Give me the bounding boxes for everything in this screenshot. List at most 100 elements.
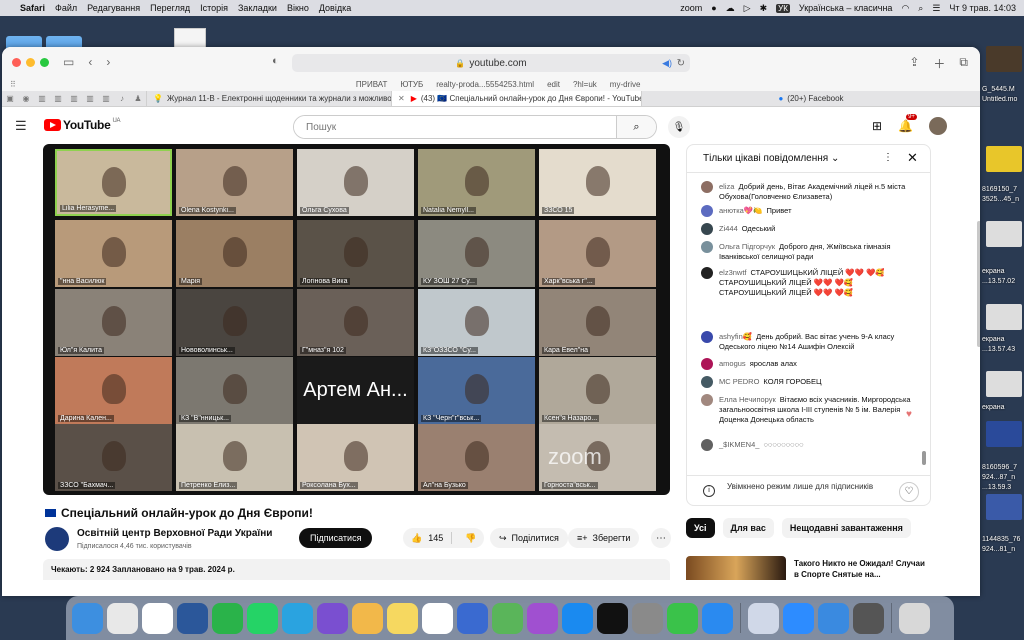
- datetime[interactable]: Чт 9 трав. 14:03: [949, 3, 1016, 13]
- file-label[interactable]: екрана: [982, 404, 1024, 411]
- dislike-button[interactable]: 👎: [457, 533, 484, 544]
- page-scrollbar[interactable]: [977, 221, 980, 347]
- description-box[interactable]: Чекають: 2 924 Заплановано на 9 трав. 20…: [43, 559, 670, 580]
- menu-file[interactable]: Файл: [55, 3, 77, 13]
- preview-icon[interactable]: [748, 602, 779, 634]
- recommended-video[interactable]: Такого Никто не Ожидал! Случаи в Спорте …: [686, 556, 931, 580]
- chat-author[interactable]: Елла Нечипорук: [719, 395, 776, 404]
- whatsapp-icon[interactable]: [247, 602, 278, 634]
- video-player[interactable]: Горноста"вськ... Ал"на Бузько Роксолана Бу…: [43, 144, 670, 495]
- telegram-icon[interactable]: [282, 602, 313, 634]
- file-thumbnail-icon[interactable]: [986, 146, 1022, 172]
- favorite-item[interactable]: my-drive: [610, 80, 641, 89]
- apple-tv-icon[interactable]: [597, 602, 628, 634]
- menu-help[interactable]: Довідка: [319, 3, 351, 13]
- settings-icon[interactable]: [632, 602, 663, 634]
- menu-window[interactable]: Вікно: [287, 3, 309, 13]
- share-button[interactable]: ↪ Поділитися: [490, 528, 568, 548]
- close-chat-icon[interactable]: ✕: [907, 150, 918, 166]
- tab-youtube[interactable]: ✕ ▶ (43) 🇪🇺 Спеціальний онлайн-урок до Д…: [391, 91, 641, 106]
- chat-author[interactable]: elz3nwtf: [719, 268, 747, 277]
- mail-icon[interactable]: [818, 602, 849, 634]
- favorite-item[interactable]: realty-proda...5554253.html: [436, 80, 534, 89]
- chip-for-you[interactable]: Для вас: [722, 518, 774, 538]
- like-button[interactable]: 👍 145: [403, 532, 453, 544]
- file-label[interactable]: 8169150_7: [982, 186, 1024, 193]
- viber-icon[interactable]: [317, 602, 348, 634]
- menu-view[interactable]: Перегляд: [150, 3, 190, 13]
- tab-facebook[interactable]: ● (20+) Facebook: [641, 91, 980, 106]
- chat-avatar[interactable]: [701, 241, 713, 253]
- file-label[interactable]: 3525...45_n: [982, 196, 1024, 203]
- pinned-tab-icon[interactable]: ▥: [66, 91, 82, 106]
- keyboard-layout[interactable]: Українська – класична: [799, 3, 893, 13]
- notifications-button[interactable]: 🔔 9+: [898, 114, 917, 133]
- heart-button-icon[interactable]: ♡: [899, 482, 919, 502]
- file-label[interactable]: екрана: [982, 336, 1024, 343]
- file-label[interactable]: ...13.57.02: [982, 278, 1024, 285]
- chat-avatar[interactable]: [701, 439, 713, 451]
- maps-icon[interactable]: [492, 602, 523, 634]
- file-label[interactable]: 1144835_76: [982, 536, 1024, 543]
- chrome-icon[interactable]: [142, 602, 173, 634]
- chat-author[interactable]: eliza: [719, 182, 734, 191]
- save-button[interactable]: ≡+ Зберегти: [568, 528, 640, 548]
- zoom-status-item[interactable]: zoom: [680, 3, 702, 13]
- control-center-icon[interactable]: ☰: [932, 3, 940, 14]
- reload-icon[interactable]: ↻: [677, 58, 685, 69]
- chat-avatar[interactable]: [701, 223, 713, 235]
- youtube-logo[interactable]: YouTube UA: [44, 118, 120, 132]
- chat-author[interactable]: amogus: [719, 359, 746, 368]
- trash-icon[interactable]: [899, 602, 930, 634]
- voice-search-icon[interactable]: 🎙: [668, 116, 690, 138]
- chat-avatar[interactable]: [701, 267, 713, 279]
- wifi-icon[interactable]: ◠: [901, 3, 909, 14]
- word-icon[interactable]: [177, 602, 208, 634]
- launchpad-icon[interactable]: [107, 602, 138, 634]
- audio-playing-icon[interactable]: ◀): [662, 58, 672, 69]
- chip-all[interactable]: Усі: [686, 518, 715, 538]
- file-label[interactable]: 924...81_n: [982, 546, 1024, 553]
- chat-author[interactable]: MC PEDRO: [719, 377, 759, 386]
- record-icon[interactable]: ●: [711, 3, 716, 13]
- menu-bookmarks[interactable]: Закладки: [238, 3, 277, 13]
- minimize-window-button[interactable]: [26, 57, 35, 67]
- podcasts-icon[interactable]: [527, 602, 558, 634]
- search-button[interactable]: ⌕: [616, 116, 656, 138]
- subscribe-button[interactable]: Підписатися: [299, 528, 373, 548]
- file-label[interactable]: ...13.59.3: [982, 484, 1024, 491]
- address-bar[interactable]: 🔒 youtube.com ◀) ↻: [292, 54, 690, 72]
- hamburger-menu-icon[interactable]: ☰: [15, 118, 27, 134]
- chat-author[interactable]: анютка💖🍋: [719, 206, 763, 215]
- chat-avatar[interactable]: [701, 394, 713, 406]
- menu-edit[interactable]: Редагування: [87, 3, 140, 13]
- favorite-item[interactable]: ПРИВАТ: [356, 80, 388, 89]
- file-thumbnail-icon[interactable]: [986, 46, 1022, 72]
- messages-icon[interactable]: [667, 602, 698, 634]
- grid-icon[interactable]: ⠿: [10, 80, 16, 89]
- new-tab-icon[interactable]: ＋: [933, 55, 945, 72]
- freeform-icon[interactable]: [422, 602, 453, 634]
- close-tab-icon[interactable]: ✕: [398, 94, 405, 103]
- favorite-item[interactable]: ?hl=uk: [573, 80, 597, 89]
- chat-scrollbar[interactable]: [922, 451, 926, 465]
- avatar[interactable]: [929, 117, 948, 135]
- play-icon[interactable]: ▷: [744, 3, 751, 14]
- pinned-tab-icon[interactable]: ▥: [98, 91, 114, 106]
- favorite-item[interactable]: ЮТУБ: [400, 80, 423, 89]
- channel-avatar[interactable]: [45, 527, 69, 551]
- app-store-icon[interactable]: [562, 602, 593, 634]
- notes-icon[interactable]: [387, 602, 418, 634]
- chat-author[interactable]: ashyfin🥰: [719, 332, 752, 341]
- zoom-icon[interactable]: [783, 602, 814, 634]
- chat-mode-dropdown[interactable]: Тільки цікаві повідомлення ⌄: [703, 153, 839, 164]
- channel-name[interactable]: Освітній центр Верховної Ради України: [77, 528, 272, 539]
- chat-author[interactable]: _$IKMEN4_: [719, 440, 759, 449]
- cloud-icon[interactable]: ☁: [726, 3, 735, 14]
- chat-author[interactable]: Zi444: [719, 224, 738, 233]
- photos-icon[interactable]: [352, 602, 383, 634]
- file-thumbnail-icon[interactable]: [986, 371, 1022, 397]
- facetime-icon[interactable]: [212, 602, 243, 634]
- file-thumbnail-icon[interactable]: [986, 304, 1022, 330]
- bluetooth-icon[interactable]: ✱: [760, 3, 768, 14]
